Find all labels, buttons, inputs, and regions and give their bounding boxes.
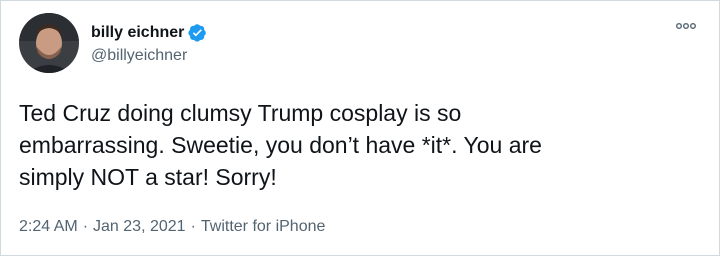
tweet-meta: 2:24 AM · Jan 23, 2021 · Twitter for iPhone xyxy=(19,215,325,239)
tweet-source-link[interactable]: Twitter for iPhone xyxy=(201,218,326,235)
more-dots-icon xyxy=(676,22,696,29)
tweet-text: Ted Cruz doing clumsy Trump cosplay is s… xyxy=(19,97,699,193)
display-name[interactable]: billy eichner xyxy=(91,21,184,45)
tweet-time-link[interactable]: 2:24 AM xyxy=(19,218,78,235)
author-names: billy eichner @billyeichner xyxy=(91,21,207,67)
tweet-text-line: simply NOT a star! Sorry! xyxy=(19,164,277,190)
tweet-date-link[interactable]: Jan 23, 2021 xyxy=(93,218,186,235)
tweet-text-line: embarrassing. Sweetie, you don’t have *i… xyxy=(19,132,542,158)
tweet-text-line: Ted Cruz doing clumsy Trump cosplay is s… xyxy=(19,100,462,126)
meta-separator: · xyxy=(82,218,89,235)
avatar[interactable] xyxy=(19,13,79,73)
verified-badge-icon xyxy=(188,23,207,42)
tweet-card: billy eichner @billyeichner Ted Cruz doi… xyxy=(0,0,720,256)
more-options-button[interactable] xyxy=(675,19,697,33)
display-name-row: billy eichner xyxy=(91,21,207,45)
meta-separator: · xyxy=(190,218,196,235)
avatar-image xyxy=(19,13,79,73)
tweet-header: billy eichner @billyeichner xyxy=(19,13,207,73)
user-handle[interactable]: @billyeichner xyxy=(91,45,207,67)
